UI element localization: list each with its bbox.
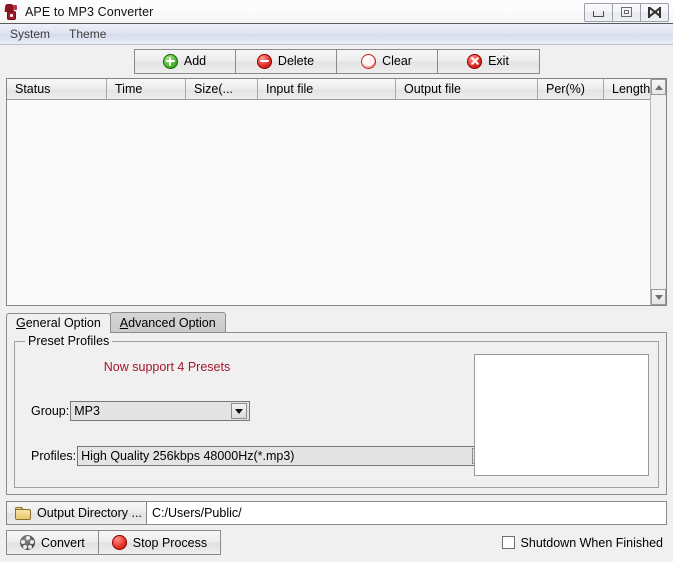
column-header-size[interactable]: Size(...	[186, 79, 258, 99]
red-minus-icon	[256, 53, 272, 69]
action-buttons: Convert Stop Process	[6, 530, 222, 555]
stop-process-button-label: Stop Process	[132, 535, 208, 550]
clear-button[interactable]: Clear	[336, 49, 438, 73]
preset-info-panel[interactable]	[474, 354, 649, 476]
tab-general-label: eneral Option	[25, 316, 101, 330]
file-list-body[interactable]	[7, 100, 666, 305]
output-directory-button-label: Output Directory ...	[37, 506, 142, 520]
output-directory-row: Output Directory ... C:/Users/Public/	[6, 501, 667, 525]
preset-left-column: Now support 4 Presets Group: MP3 Profile…	[23, 360, 491, 466]
scroll-up-icon	[654, 84, 663, 90]
tab-advanced-accel: A	[119, 315, 129, 330]
profiles-label: Profiles:	[31, 449, 77, 463]
toolbar-area: Add Delete Clear Exit	[0, 45, 673, 75]
toolbar: Add Delete Clear Exit	[133, 48, 540, 74]
delete-button[interactable]: Delete	[235, 49, 337, 73]
maximize-icon	[621, 7, 632, 17]
group-field-row: Group: MP3	[23, 401, 491, 421]
film-reel-icon	[20, 535, 35, 550]
delete-button-label: Delete	[277, 54, 315, 68]
maximize-button[interactable]	[612, 2, 641, 22]
application-window: APE to MP3 Converter System Theme Add De…	[0, 0, 673, 562]
convert-button[interactable]: Convert	[7, 531, 99, 554]
window-title: APE to MP3 Converter	[25, 4, 154, 19]
minimize-icon	[593, 10, 604, 17]
group-value: MP3	[74, 404, 100, 418]
add-button[interactable]: Add	[134, 49, 236, 73]
red-x-icon	[467, 53, 483, 69]
profiles-dropdown[interactable]: High Quality 256kbps 48000Hz(*.mp3)	[77, 446, 491, 466]
output-directory-input[interactable]: C:/Users/Public/	[147, 501, 667, 525]
stop-process-button[interactable]: Stop Process	[98, 531, 221, 554]
folder-icon	[15, 506, 31, 520]
group-dropdown[interactable]: MP3	[70, 401, 251, 421]
tab-advanced-option[interactable]: Advanced Option	[109, 312, 226, 332]
option-tabs: General Option Advanced Option	[6, 312, 667, 333]
scrollbar-track[interactable]	[651, 95, 666, 289]
red-ring-icon	[361, 53, 377, 69]
scroll-down-icon	[654, 294, 663, 300]
profiles-value: High Quality 256kbps 48000Hz(*.mp3)	[81, 449, 295, 463]
checkbox-box[interactable]	[501, 536, 515, 549]
window-controls	[584, 2, 669, 22]
preset-profiles-title: Preset Profiles	[25, 334, 113, 348]
preset-profiles-groupbox: Preset Profiles Now support 4 Presets Gr…	[14, 334, 659, 488]
chevron-down-icon[interactable]	[231, 403, 248, 419]
profiles-field-row: Profiles: High Quality 256kbps 48000Hz(*…	[23, 446, 491, 466]
column-header-percent[interactable]: Per(%)	[538, 79, 604, 99]
menu-bar: System Theme	[0, 24, 673, 45]
file-list-scrollbar[interactable]	[650, 79, 666, 305]
preset-notice: Now support 4 Presets	[103, 360, 231, 374]
red-stop-icon	[111, 535, 127, 550]
close-icon	[648, 6, 662, 18]
exit-button-label: Exit	[488, 54, 509, 68]
shutdown-when-finished-checkbox[interactable]: Shutdown When Finished	[501, 535, 667, 550]
column-header-input-file[interactable]: Input file	[258, 79, 396, 99]
file-list: Status Time Size(... Input file Output f…	[6, 78, 667, 306]
menu-item-system[interactable]: System	[7, 25, 58, 43]
exit-button[interactable]: Exit	[437, 49, 539, 73]
group-label: Group:	[31, 404, 70, 418]
general-option-panel: Preset Profiles Now support 4 Presets Gr…	[6, 332, 667, 495]
title-bar: APE to MP3 Converter	[0, 0, 673, 24]
output-directory-button[interactable]: Output Directory ...	[6, 501, 147, 525]
app-icon	[4, 3, 20, 20]
file-list-header: Status Time Size(... Input file Output f…	[7, 79, 666, 100]
shutdown-when-finished-label: Shutdown When Finished	[520, 535, 663, 550]
scroll-down-button[interactable]	[651, 289, 666, 305]
add-button-label: Add	[183, 54, 207, 68]
clear-button-label: Clear	[382, 54, 412, 68]
column-header-time[interactable]: Time	[107, 79, 186, 99]
convert-button-label: Convert	[41, 535, 85, 550]
menu-item-theme[interactable]: Theme	[66, 25, 114, 43]
column-header-output-file[interactable]: Output file	[396, 79, 538, 99]
bottom-bar: Convert Stop Process Shutdown When Finis…	[6, 530, 667, 555]
minimize-button[interactable]	[584, 2, 613, 22]
scroll-up-button[interactable]	[651, 79, 666, 95]
green-plus-icon	[162, 53, 178, 69]
tab-general-accel: G	[16, 316, 26, 330]
close-button[interactable]	[640, 2, 669, 22]
tab-advanced-label: dvanced Option	[128, 315, 216, 330]
tab-general-option[interactable]: General Option	[6, 313, 111, 333]
column-header-status[interactable]: Status	[7, 79, 107, 99]
